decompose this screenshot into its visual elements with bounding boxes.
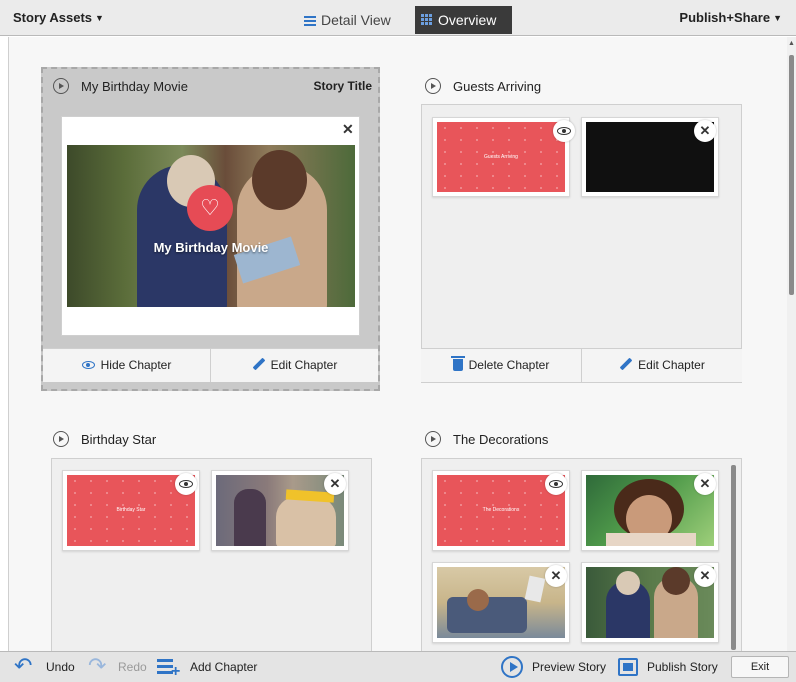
preview-story-icon[interactable] xyxy=(501,656,523,678)
close-icon: ✕ xyxy=(699,568,711,583)
clip-title-text: The Decorations xyxy=(482,506,520,513)
edit-chapter-label: Edit Chapter xyxy=(270,358,338,372)
add-chapter-icon[interactable]: + xyxy=(157,658,180,680)
clip-thumbnail[interactable]: ✕ xyxy=(581,562,719,643)
story-assets-label: Story Assets xyxy=(13,10,92,25)
tab-detail-view-label: Detail View xyxy=(321,12,391,28)
play-chapter-icon[interactable] xyxy=(53,78,69,94)
add-chapter-button[interactable]: Add Chapter xyxy=(190,652,257,682)
chapter-title: My Birthday Movie xyxy=(81,79,188,94)
top-toolbar: Story Assets ▼ Detail View Overview Publi… xyxy=(0,0,796,36)
redo-icon: ↷ xyxy=(88,653,107,678)
add-chapter-label: Add Chapter xyxy=(190,660,258,674)
edit-chapter-button[interactable]: Edit Chapter xyxy=(582,349,742,382)
clip-title-text: Guests Arriving xyxy=(484,153,518,160)
list-view-icon xyxy=(304,16,316,26)
title-caption: My Birthday Movie xyxy=(153,240,269,255)
hide-chapter-button[interactable]: Hide Chapter xyxy=(43,349,210,382)
publish-story-icon[interactable] xyxy=(618,658,638,676)
chapter-title: The Decorations xyxy=(453,432,549,447)
edit-chapter-button[interactable]: Edit Chapter xyxy=(211,349,378,382)
visibility-toggle[interactable] xyxy=(545,473,567,495)
remove-clip-button[interactable]: ✕ xyxy=(694,120,716,142)
undo-icon: ↶ xyxy=(14,653,33,678)
chapter-panel: The Decorations ✕ ✕ ✕ xyxy=(421,458,742,652)
caret-down-icon: ▼ xyxy=(95,13,104,23)
chapter-action-bar: Hide Chapter Edit Chapter xyxy=(43,348,378,382)
bottom-toolbar: ↶ Undo ↷ Redo + Add Chapter Preview Stor… xyxy=(0,651,796,682)
clip-thumbnail[interactable]: Birthday Star xyxy=(62,470,200,551)
scroll-up-icon[interactable]: ▲ xyxy=(788,40,795,47)
chapter-panel: Guests Arriving ✕ xyxy=(421,104,742,383)
play-chapter-icon[interactable] xyxy=(425,78,441,94)
exit-button[interactable]: Exit xyxy=(731,656,789,678)
clip-thumbnail[interactable]: The Decorations xyxy=(432,470,570,551)
chapter-header: My Birthday Movie Story Title xyxy=(53,76,372,98)
heart-icon: ♡ xyxy=(187,185,233,231)
remove-clip-button[interactable]: ✕ xyxy=(545,565,567,587)
play-chapter-icon[interactable] xyxy=(53,431,69,447)
chapter-scrollbar[interactable] xyxy=(731,465,736,650)
pencil-icon xyxy=(252,357,266,371)
clip-thumbnail[interactable]: ✕ xyxy=(211,470,349,551)
clip-thumbnail[interactable]: ✕ xyxy=(432,562,570,643)
grid-view-icon xyxy=(421,14,433,26)
clip-title-text: Birthday Star xyxy=(116,506,146,513)
remove-clip-button[interactable]: ✕ xyxy=(324,473,346,495)
tab-overview-label: Overview xyxy=(438,12,497,28)
redo-label: Redo xyxy=(118,660,147,674)
story-title-tag: Story Title xyxy=(313,79,372,93)
publish-share-menu[interactable]: Publish+Share ▼ xyxy=(679,10,782,25)
chapter-header: Guests Arriving xyxy=(425,76,745,98)
close-icon: ✕ xyxy=(699,123,711,138)
tab-overview[interactable]: Overview xyxy=(415,6,512,34)
delete-chapter-button[interactable]: Delete Chapter xyxy=(421,349,581,382)
play-chapter-icon[interactable] xyxy=(425,431,441,447)
visibility-toggle[interactable] xyxy=(553,120,575,142)
visibility-toggle[interactable] xyxy=(175,473,197,495)
close-icon: ✕ xyxy=(329,476,341,491)
chapter-header: Birthday Star xyxy=(53,429,373,451)
eye-icon xyxy=(179,480,193,488)
clip-thumbnail[interactable]: ✕ xyxy=(581,470,719,551)
eye-icon xyxy=(81,361,95,369)
clip-thumbnail[interactable]: Guests Arriving xyxy=(432,117,575,197)
close-icon[interactable]: ✕ xyxy=(342,121,354,138)
clip-thumbnail[interactable]: ✕ xyxy=(581,117,719,197)
remove-clip-button[interactable]: ✕ xyxy=(694,473,716,495)
undo-label: Undo xyxy=(46,660,75,674)
story-assets-menu[interactable]: Story Assets ▼ xyxy=(13,10,104,25)
eye-icon xyxy=(557,127,571,135)
tab-detail-view[interactable]: Detail View xyxy=(304,6,410,34)
trash-icon xyxy=(450,356,465,371)
hide-chapter-label: Hide Chapter xyxy=(100,358,172,372)
chapter-header: The Decorations xyxy=(425,429,745,451)
remove-clip-button[interactable]: ✕ xyxy=(694,565,716,587)
delete-chapter-label: Delete Chapter xyxy=(468,358,550,372)
caret-down-icon: ▼ xyxy=(773,13,782,23)
chapter-panel: Birthday Star ✕ xyxy=(51,458,372,652)
edit-chapter-label: Edit Chapter xyxy=(638,358,705,372)
chapter-title: Birthday Star xyxy=(81,432,157,447)
publish-share-label: Publish+Share xyxy=(679,10,771,25)
close-icon: ✕ xyxy=(699,476,711,491)
scrollbar-thumb[interactable] xyxy=(789,55,794,295)
chapter-title: Guests Arriving xyxy=(453,79,542,94)
publish-story-button[interactable]: Publish Story xyxy=(647,652,718,682)
preview-story-button[interactable]: Preview Story xyxy=(532,652,606,682)
pencil-icon xyxy=(619,357,633,371)
publish-story-label: Publish Story xyxy=(647,660,718,674)
close-icon: ✕ xyxy=(550,568,562,583)
title-clip-thumbnail: ♡ My Birthday Movie xyxy=(67,145,355,307)
chapter-action-bar: Delete Chapter Edit Chapter xyxy=(421,348,742,382)
redo-button[interactable]: ↷ Redo xyxy=(88,652,150,682)
preview-story-label: Preview Story xyxy=(532,660,607,674)
eye-icon xyxy=(549,480,563,488)
title-card[interactable]: ✕ ♡ My Birthday Movie xyxy=(61,116,360,336)
undo-button[interactable]: ↶ Undo xyxy=(14,652,80,682)
main-scrollbar[interactable]: ▲ xyxy=(787,37,796,651)
